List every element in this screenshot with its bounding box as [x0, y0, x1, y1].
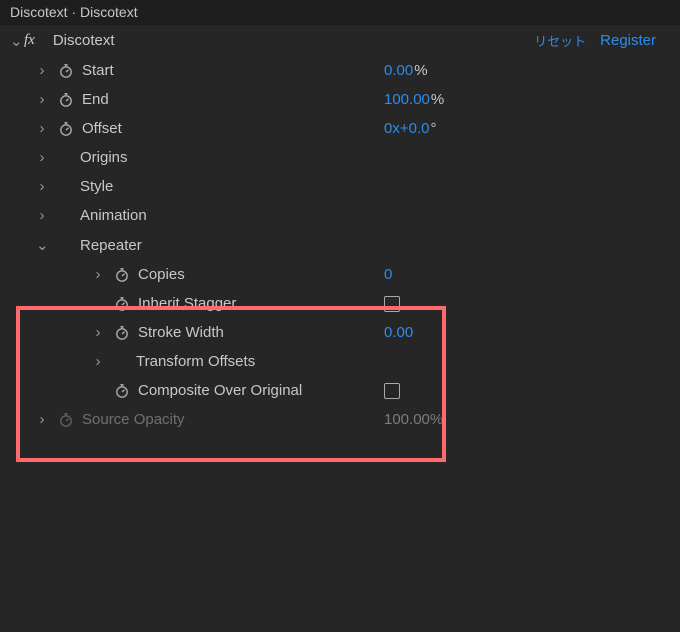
- prop-label: Repeater: [80, 237, 142, 254]
- chevron-right-icon[interactable]: ›: [36, 120, 48, 137]
- prop-composite-row: Composite Over Original: [0, 376, 680, 405]
- reset-link[interactable]: リセット: [534, 31, 586, 50]
- prop-copies-row: › Copies 0: [0, 260, 680, 289]
- fx-badge-icon[interactable]: fx: [24, 32, 35, 49]
- group-style-row: › Style: [0, 172, 680, 201]
- inherit-stagger-checkbox[interactable]: [384, 296, 400, 312]
- prop-label: Offset: [82, 120, 122, 137]
- prop-start-row: › Start 0.00%: [0, 56, 680, 85]
- chevron-down-icon[interactable]: ⌄: [36, 236, 48, 254]
- group-transform-offsets-row: › Transform Offsets: [0, 347, 680, 376]
- chevron-right-icon[interactable]: ›: [36, 411, 48, 428]
- chevron-right-icon[interactable]: ›: [36, 149, 48, 166]
- percent-unit: %: [431, 91, 444, 108]
- prop-label: Source Opacity: [82, 411, 185, 428]
- prop-label: End: [82, 91, 109, 108]
- chevron-right-icon[interactable]: ›: [92, 266, 104, 283]
- group-animation-row: › Animation: [0, 201, 680, 230]
- prop-stroke-width-row: › Stroke Width 0.00: [0, 318, 680, 347]
- percent-unit: %: [414, 62, 427, 79]
- prop-label: Copies: [138, 266, 185, 283]
- stopwatch-icon[interactable]: [58, 92, 74, 108]
- stopwatch-icon[interactable]: [114, 383, 130, 399]
- prop-label: Origins: [80, 149, 128, 166]
- panel-title: Discotext · Discotext: [0, 0, 680, 25]
- composite-checkbox[interactable]: [384, 383, 400, 399]
- prop-label: Animation: [80, 207, 147, 224]
- group-repeater-row: ⌄ Repeater: [0, 230, 680, 260]
- offset-value[interactable]: 0x+0.0: [384, 120, 429, 137]
- stopwatch-icon[interactable]: [114, 325, 130, 341]
- effect-disclosure[interactable]: ⌄: [10, 32, 20, 50]
- effect-header-row: ⌄ fx Discotext リセット Register: [0, 25, 680, 56]
- stopwatch-icon[interactable]: [58, 63, 74, 79]
- degree-unit: °: [430, 120, 436, 137]
- chevron-right-icon[interactable]: ›: [36, 178, 48, 195]
- prop-offset-row: › Offset 0x+0.0°: [0, 114, 680, 143]
- prop-label: Transform Offsets: [136, 353, 255, 370]
- chevron-right-icon[interactable]: ›: [92, 324, 104, 341]
- prop-label: Style: [80, 178, 113, 195]
- start-value[interactable]: 0.00: [384, 62, 413, 79]
- chevron-right-icon[interactable]: ›: [92, 353, 104, 370]
- percent-unit: %: [430, 411, 443, 428]
- prop-label: Start: [82, 62, 114, 79]
- chevron-right-icon[interactable]: ›: [36, 207, 48, 224]
- copies-value[interactable]: 0: [384, 266, 392, 283]
- end-value[interactable]: 100.00: [384, 91, 430, 108]
- prop-end-row: › End 100.00%: [0, 85, 680, 114]
- prop-inherit-stagger-row: Inherit Stagger: [0, 289, 680, 318]
- prop-label: Stroke Width: [138, 324, 224, 341]
- effect-name-label: Discotext: [53, 32, 115, 49]
- source-opacity-value: 100.00: [384, 411, 430, 428]
- chevron-right-icon[interactable]: ›: [36, 91, 48, 108]
- stopwatch-icon: [58, 412, 74, 428]
- register-link[interactable]: Register: [600, 32, 656, 49]
- prop-label: Inherit Stagger: [138, 295, 236, 312]
- prop-label: Composite Over Original: [138, 382, 302, 399]
- prop-source-opacity-row: › Source Opacity 100.00%: [0, 405, 680, 434]
- group-origins-row: › Origins: [0, 143, 680, 172]
- chevron-right-icon[interactable]: ›: [36, 62, 48, 79]
- stroke-width-value[interactable]: 0.00: [384, 324, 413, 341]
- stopwatch-icon[interactable]: [58, 121, 74, 137]
- stopwatch-icon[interactable]: [114, 267, 130, 283]
- stopwatch-icon[interactable]: [114, 296, 130, 312]
